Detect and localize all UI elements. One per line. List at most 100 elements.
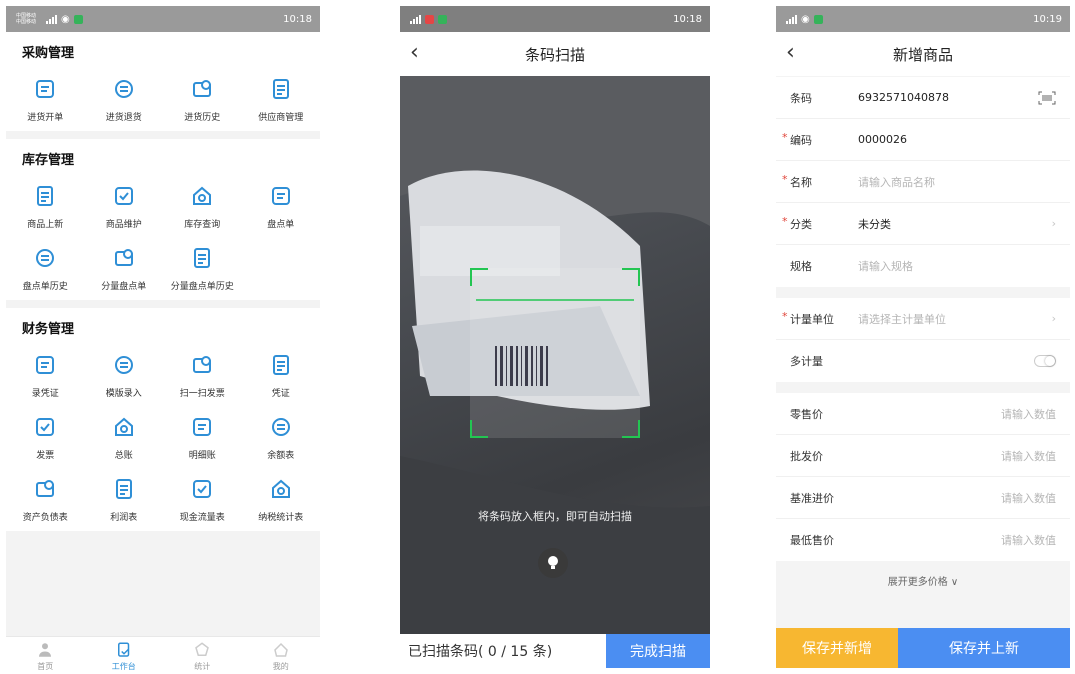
min-price-input[interactable]: 请输入数值: [858, 532, 1056, 548]
menu-item[interactable]: 发票: [6, 415, 85, 461]
unit-row[interactable]: * 计量单位 请选择主计量单位 ›: [776, 298, 1070, 340]
required-mark: *: [782, 130, 788, 144]
menu-item[interactable]: 盘点单历史: [6, 246, 85, 292]
menu-item[interactable]: 总账: [85, 415, 164, 461]
status-time: 10:18: [673, 13, 702, 25]
code-row[interactable]: * 编码 0000026: [776, 119, 1070, 161]
history-icon: [193, 80, 212, 97]
section-grid: 录凭证 模版录入 扫一扫发票 凭证发票 总账 明细账 余额表资产负债表 利润表 现金流量表 纳税统…: [6, 353, 320, 523]
menu-item[interactable]: 纳税统计表: [242, 477, 321, 523]
profile-icon: [273, 642, 288, 657]
spec-input[interactable]: 请输入规格: [858, 258, 1056, 274]
multi-unit-toggle[interactable]: [1034, 355, 1056, 367]
barcode-scan-screen: 10:18 ‹ 条码扫描 将条码放入框内，即可自动扫描 已扫描条码(0 / 1…: [400, 6, 710, 668]
tab-stats[interactable]: 统计: [163, 637, 242, 674]
tab-label: 首页: [37, 662, 54, 671]
save-and-add-button[interactable]: 保存并新增: [776, 628, 898, 668]
barcode-value: 6932571040878: [858, 91, 949, 104]
menu-item[interactable]: 现金流量表: [163, 477, 242, 523]
price-group: 零售价 请输入数值 批发价 请输入数值 基准进价 请输入数值 最低售价 请输入数…: [776, 393, 1070, 561]
tab-workbench[interactable]: 工作台: [85, 637, 164, 674]
home-icon: [39, 643, 52, 657]
min-price-row[interactable]: 最低售价 请输入数值: [776, 519, 1070, 561]
menu-item[interactable]: 盘点单: [242, 184, 321, 230]
unit-select[interactable]: 请选择主计量单位: [858, 311, 1052, 327]
menu-item[interactable]: 商品维护: [85, 184, 164, 230]
retail-price-input[interactable]: 请输入数值: [858, 406, 1056, 422]
menu-item-label: 纳税统计表: [258, 513, 304, 523]
workbench-icon: [117, 642, 129, 657]
menu-item-label: 扫一扫发票: [179, 389, 225, 399]
partial-history-icon: [194, 248, 211, 268]
scan-invoice-icon: [193, 356, 212, 373]
basic-info-group: 条码 6932571040878 * 编码 0000026 * 名称 请输入商品名称…: [776, 77, 1070, 287]
menu-item-label: 供应商管理: [258, 113, 304, 123]
signal-icon: [786, 14, 797, 24]
menu-item-label: 凭证: [271, 389, 290, 399]
section-grid: 进货开单 进货退货 进货历史 供应商管理: [6, 77, 320, 123]
field-label: 最低售价: [790, 534, 834, 547]
menu-item[interactable]: 利润表: [85, 477, 164, 523]
expand-prices-link[interactable]: 展开更多价格 ∨: [776, 561, 1070, 602]
menu-item[interactable]: 模版录入: [85, 353, 164, 399]
menu-item[interactable]: 录凭证: [6, 353, 85, 399]
page-title: 条码扫描: [524, 45, 585, 64]
menu-item[interactable]: 分量盘点单: [85, 246, 164, 292]
field-label: 规格: [790, 260, 812, 273]
code-value: 0000026: [858, 133, 907, 146]
return-icon: [114, 80, 133, 98]
voucher-entry-icon: [36, 356, 55, 374]
menu-item[interactable]: 商品上新: [6, 184, 85, 230]
base-cost-input[interactable]: 请输入数值: [858, 490, 1056, 506]
stats-icon: [195, 642, 210, 656]
status-bar: 10:18: [400, 6, 710, 32]
wholesale-price-input[interactable]: 请输入数值: [858, 448, 1056, 464]
finish-scan-button[interactable]: 完成扫描: [606, 634, 710, 668]
menu-item-label: 明细账: [188, 451, 216, 461]
menu-item-label: 分量盘点单历史: [170, 282, 234, 292]
tax-stats-icon: [271, 479, 290, 498]
stocktake-icon: [271, 187, 290, 205]
field-label: * 分类: [782, 214, 812, 231]
barcode-row[interactable]: 条码 6932571040878: [776, 77, 1070, 119]
menu-item[interactable]: 资产负债表: [6, 477, 85, 523]
balance-sheet-icon: [36, 480, 55, 497]
menu-item[interactable]: 供应商管理: [242, 77, 321, 123]
template-icon: [114, 356, 133, 374]
name-row[interactable]: * 名称 请输入商品名称: [776, 161, 1070, 203]
menu-item-label: 总账: [114, 451, 133, 461]
retail-price-row[interactable]: 零售价 请输入数值: [776, 393, 1070, 435]
menu-item[interactable]: 进货退货: [85, 77, 164, 123]
flashlight-button[interactable]: [538, 548, 568, 578]
menu-item[interactable]: 分量盘点单历史: [163, 246, 242, 292]
barcode-scan-icon[interactable]: [1038, 91, 1056, 105]
menu-item[interactable]: 进货历史: [163, 77, 242, 123]
tab-home[interactable]: 首页: [6, 637, 85, 674]
field-label: * 计量单位: [782, 309, 834, 326]
product-edit-icon: [114, 187, 133, 205]
base-cost-row[interactable]: 基准进价 请输入数值: [776, 477, 1070, 519]
menu-item-label: 盘点单: [267, 220, 295, 230]
wholesale-price-row[interactable]: 批发价 请输入数值: [776, 435, 1070, 477]
stocktake-history-icon: [36, 249, 55, 267]
spec-row[interactable]: 规格 请输入规格: [776, 245, 1070, 287]
tab-label: 工作台: [111, 662, 136, 671]
name-input[interactable]: 请输入商品名称: [858, 174, 1056, 190]
menu-item[interactable]: 进货开单: [6, 77, 85, 123]
category-row[interactable]: * 分类 未分类 ›: [776, 203, 1070, 245]
add-product-screen: ◉ 10:19 ‹ 新增商品 条码 6932571040878 * 编码 0000…: [776, 6, 1070, 668]
menu-item[interactable]: 明细账: [163, 415, 242, 461]
back-icon[interactable]: ‹: [410, 40, 419, 65]
menu-item[interactable]: 扫一扫发票: [163, 353, 242, 399]
back-icon[interactable]: ‹: [786, 40, 795, 65]
menu-item-label: 库存查询: [184, 220, 221, 230]
menu-item[interactable]: 库存查询: [163, 184, 242, 230]
status-time: 10:19: [1033, 13, 1062, 25]
tab-profile[interactable]: 我的: [242, 637, 321, 674]
save-and-list-button[interactable]: 保存并上新: [898, 628, 1070, 668]
section-title: 采购管理: [22, 46, 75, 61]
profit-icon: [115, 479, 132, 499]
menu-item-label: 余额表: [267, 451, 295, 461]
menu-item[interactable]: 凭证: [242, 353, 321, 399]
menu-item[interactable]: 余额表: [242, 415, 321, 461]
